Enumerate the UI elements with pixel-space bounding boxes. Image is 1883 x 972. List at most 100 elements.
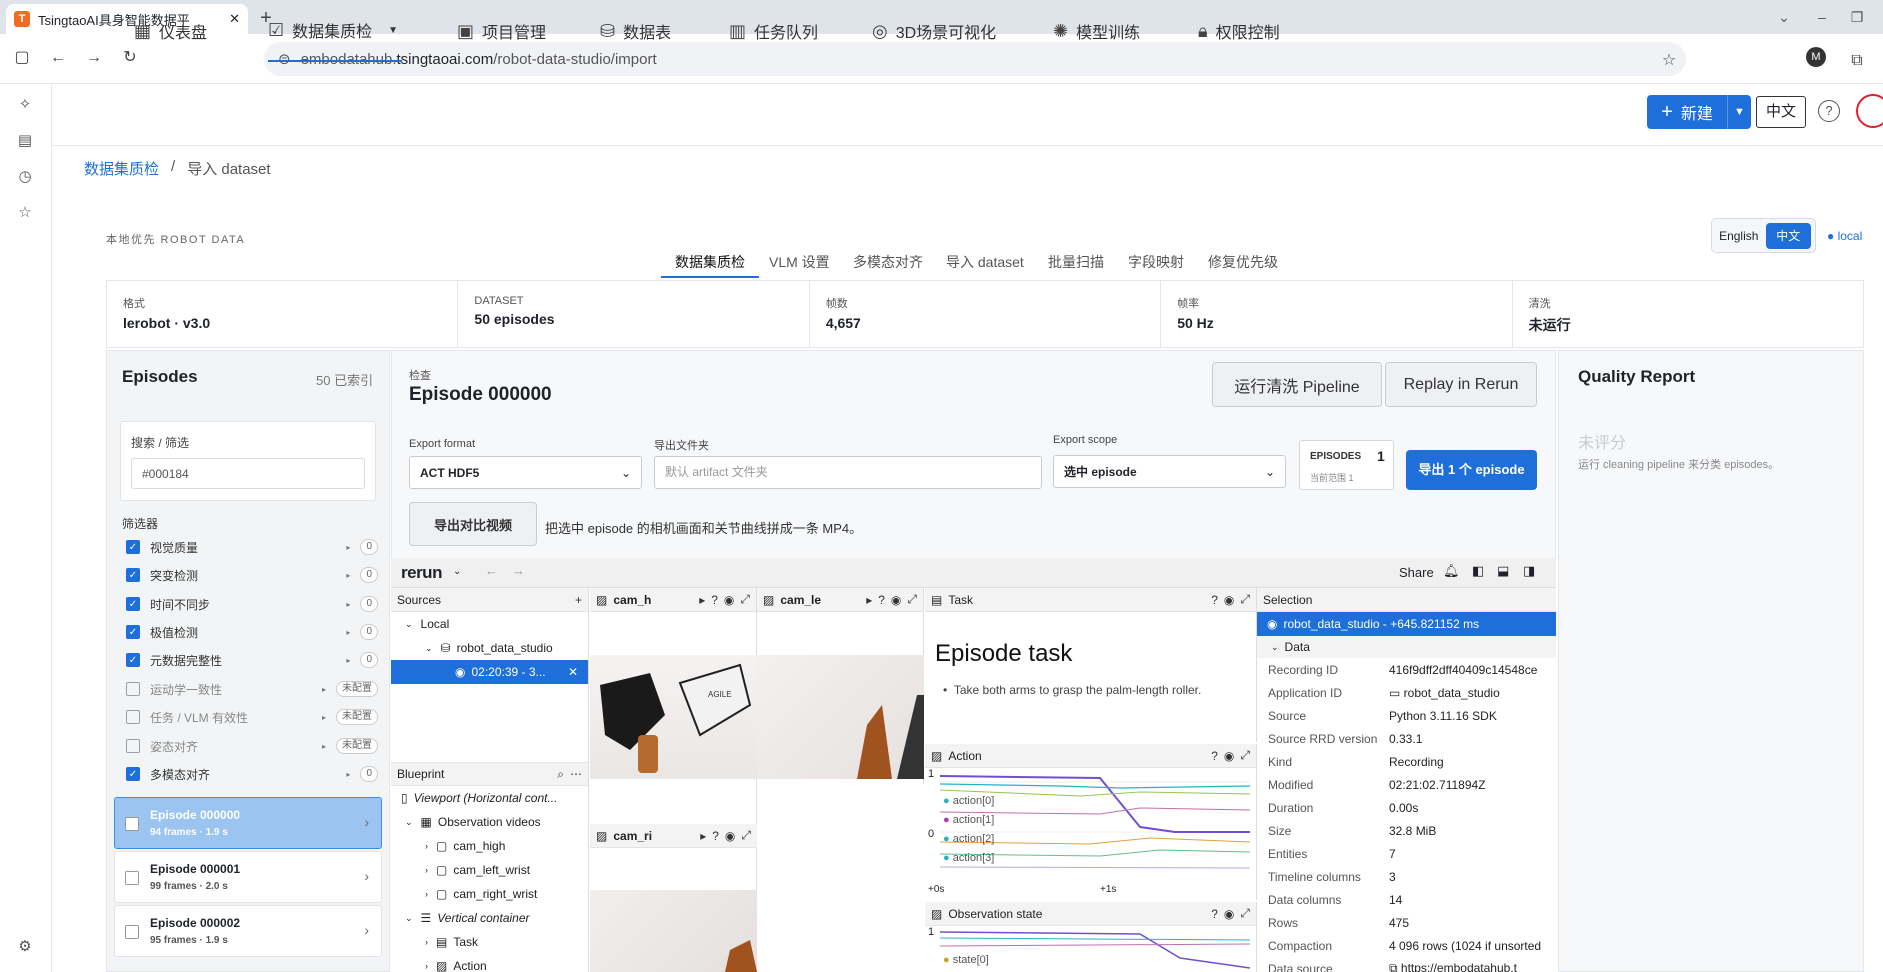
sparkle-icon[interactable]: ✧: [14, 94, 36, 116]
bp-task[interactable]: › ▤ Task: [391, 930, 588, 954]
new-dropdown-button[interactable]: ▼: [1727, 95, 1751, 129]
search-icon[interactable]: ⌕: [557, 767, 564, 782]
filter-task-vlm[interactable]: 任务 / VLM 有效性 ▸ 未配置: [126, 706, 378, 728]
nav-dataset-qc[interactable]: ☑ 数据集质检 ▼: [268, 0, 402, 62]
back-arrow-icon[interactable]: ←: [485, 563, 498, 578]
add-icon[interactable]: +: [575, 593, 582, 607]
filter-pose-align[interactable]: 姿态对齐 ▸ 未配置: [126, 735, 378, 757]
bp-vertical-container[interactable]: ⌄ ☰ Vertical container: [391, 906, 588, 930]
eye-icon[interactable]: ◉: [1224, 593, 1234, 607]
favorites-icon[interactable]: ☆: [14, 202, 36, 224]
bp-observation-videos[interactable]: ⌄ ▦ Observation videos: [391, 810, 588, 834]
run-pipeline-button[interactable]: 运行清洗 Pipeline: [1212, 362, 1382, 407]
nav-model-training[interactable]: ✺ 模型训练: [1053, 0, 1140, 62]
bottom-panel-icon[interactable]: ⬓: [1497, 563, 1509, 579]
eye-icon[interactable]: ◉: [725, 829, 735, 843]
eye-icon[interactable]: ◉: [1224, 907, 1234, 921]
help-icon[interactable]: ?: [712, 829, 719, 843]
export-scope-select[interactable]: 选中 episode ⌄: [1053, 455, 1286, 488]
browser-tab[interactable]: T TsingtaoAI具身智能数据平 ✕: [6, 4, 248, 34]
close-icon[interactable]: ✕: [568, 665, 578, 679]
history-icon[interactable]: ◷: [14, 166, 36, 188]
help-icon[interactable]: ?: [711, 593, 718, 607]
legend-item[interactable]: ● action[2]: [943, 830, 994, 849]
rerun-logo[interactable]: rerun: [401, 563, 442, 583]
nav-task-queue[interactable]: ▥ 任务队列: [729, 0, 818, 62]
maximize-icon[interactable]: ⤢: [1240, 748, 1250, 763]
close-tab-icon[interactable]: ✕: [229, 11, 240, 27]
maximize-icon[interactable]: ⤢: [1240, 592, 1250, 607]
replay-rerun-button[interactable]: Replay in Rerun: [1385, 362, 1537, 407]
tab-dataset-qc[interactable]: 数据集质检: [661, 252, 759, 278]
back-icon[interactable]: ←: [44, 44, 72, 72]
eye-icon[interactable]: ◉: [891, 593, 901, 607]
lang-chinese[interactable]: 中文: [1765, 222, 1811, 249]
help-icon[interactable]: ?: [1211, 749, 1218, 763]
help-icon[interactable]: ?: [1818, 100, 1840, 122]
episode-checkbox[interactable]: [125, 817, 139, 831]
nav-3d-viz[interactable]: ◎ 3D场景可视化: [872, 0, 996, 62]
left-panel-icon[interactable]: ◧: [1472, 563, 1484, 579]
help-icon[interactable]: ?: [1211, 593, 1218, 607]
filter-spike-detect[interactable]: ✓ 突变检测 ▸ 0: [126, 564, 378, 586]
bp-cam-high[interactable]: › ▢ cam_high: [391, 834, 588, 858]
maximize-icon[interactable]: ⤢: [907, 592, 917, 607]
filter-metadata[interactable]: ✓ 元数据完整性 ▸ 0: [126, 649, 378, 671]
nav-projects[interactable]: ▣ 项目管理: [457, 0, 546, 62]
bp-cam-right-wrist[interactable]: › ▢ cam_right_wrist: [391, 882, 588, 906]
selection-item[interactable]: ◉ robot_data_studio - +645.821152 ms: [1257, 612, 1556, 636]
sidebar-toggle-icon[interactable]: ▢: [8, 44, 36, 72]
notification-icon[interactable]: 🔔︎: [1443, 563, 1460, 579]
export-format-select[interactable]: ACT HDF5 ⌄: [409, 456, 642, 489]
nav-permissions[interactable]: 🔒︎ 权限控制: [1198, 0, 1280, 62]
tab-batch-scan[interactable]: 批量扫描: [1048, 252, 1104, 278]
restore-icon[interactable]: ❐: [1847, 7, 1867, 27]
settings-icon[interactable]: ⚙: [14, 936, 36, 958]
breadcrumb-parent[interactable]: 数据集质检: [84, 158, 159, 179]
tab-search-icon[interactable]: ⌄: [1774, 7, 1794, 27]
tab-import-dataset[interactable]: 导入 dataset: [946, 252, 1024, 278]
dataset-icon[interactable]: ▤: [14, 130, 36, 152]
chevron-down-icon[interactable]: ⌄: [453, 566, 461, 577]
forward-icon[interactable]: →: [80, 44, 108, 72]
right-panel-icon[interactable]: ◨: [1523, 563, 1535, 579]
tab-multimodal-align[interactable]: 多模态对齐: [853, 252, 923, 278]
minimize-icon[interactable]: –: [1812, 7, 1832, 27]
help-icon[interactable]: ?: [1211, 907, 1218, 921]
lang-english[interactable]: English: [1716, 223, 1762, 249]
filter-visual-quality[interactable]: ✓ 视觉质量 ▸ 0: [126, 536, 378, 558]
bookmark-star-icon[interactable]: ☆: [1655, 47, 1683, 75]
filter-time-sync[interactable]: ✓ 时间不同步 ▸ 0: [126, 593, 378, 615]
extensions-icon[interactable]: ⧉: [1843, 47, 1871, 75]
help-icon[interactable]: ?: [878, 593, 885, 607]
tab-vlm-settings[interactable]: VLM 设置: [769, 252, 830, 278]
source-recording[interactable]: ◉ 02:20:39 - 3... ✕: [391, 660, 588, 684]
filter-kinematics[interactable]: 运动学一致性 ▸ 未配置: [126, 678, 378, 700]
episode-checkbox[interactable]: [125, 925, 139, 939]
tab-field-mapping[interactable]: 字段映射: [1128, 252, 1184, 278]
legend-item[interactable]: ● action[1]: [943, 811, 994, 830]
source-app[interactable]: robot_data_studio: [457, 641, 553, 655]
episode-item-000002[interactable]: Episode 000002 95 frames · 1.9 s ›: [114, 905, 382, 957]
language-button[interactable]: 中文: [1756, 96, 1806, 128]
export-button[interactable]: 导出 1 个 episode: [1406, 450, 1537, 490]
bp-action[interactable]: › ▨ Action: [391, 954, 588, 972]
episode-checkbox[interactable]: [125, 871, 139, 885]
legend-item[interactable]: ● action[0]: [943, 792, 994, 811]
data-section-header[interactable]: ⌄ Data: [1257, 636, 1556, 658]
export-folder-input[interactable]: 默认 artifact 文件夹: [654, 456, 1042, 489]
source-local[interactable]: Local: [421, 617, 450, 631]
filter-multimodal[interactable]: ✓ 多模态对齐 ▸ 0: [126, 763, 378, 785]
legend-item[interactable]: ● action[3]: [943, 849, 994, 868]
avatar[interactable]: [1856, 94, 1883, 128]
nav-tables[interactable]: ⛁ 数据表: [600, 0, 671, 62]
tab-repair-priority[interactable]: 修复优先级: [1208, 252, 1278, 278]
filter-extreme-value[interactable]: ✓ 极值检测 ▸ 0: [126, 621, 378, 643]
bp-viewport[interactable]: ▯ Viewport (Horizontal cont...: [391, 786, 588, 810]
search-input[interactable]: [131, 458, 365, 489]
legend-item[interactable]: ● state[0]: [943, 954, 989, 966]
eye-icon[interactable]: ◉: [1224, 749, 1234, 763]
nav-dashboard[interactable]: ▦ 仪表盘: [134, 0, 207, 62]
more-icon[interactable]: ⋯: [570, 767, 582, 781]
eye-icon[interactable]: ◉: [724, 593, 734, 607]
